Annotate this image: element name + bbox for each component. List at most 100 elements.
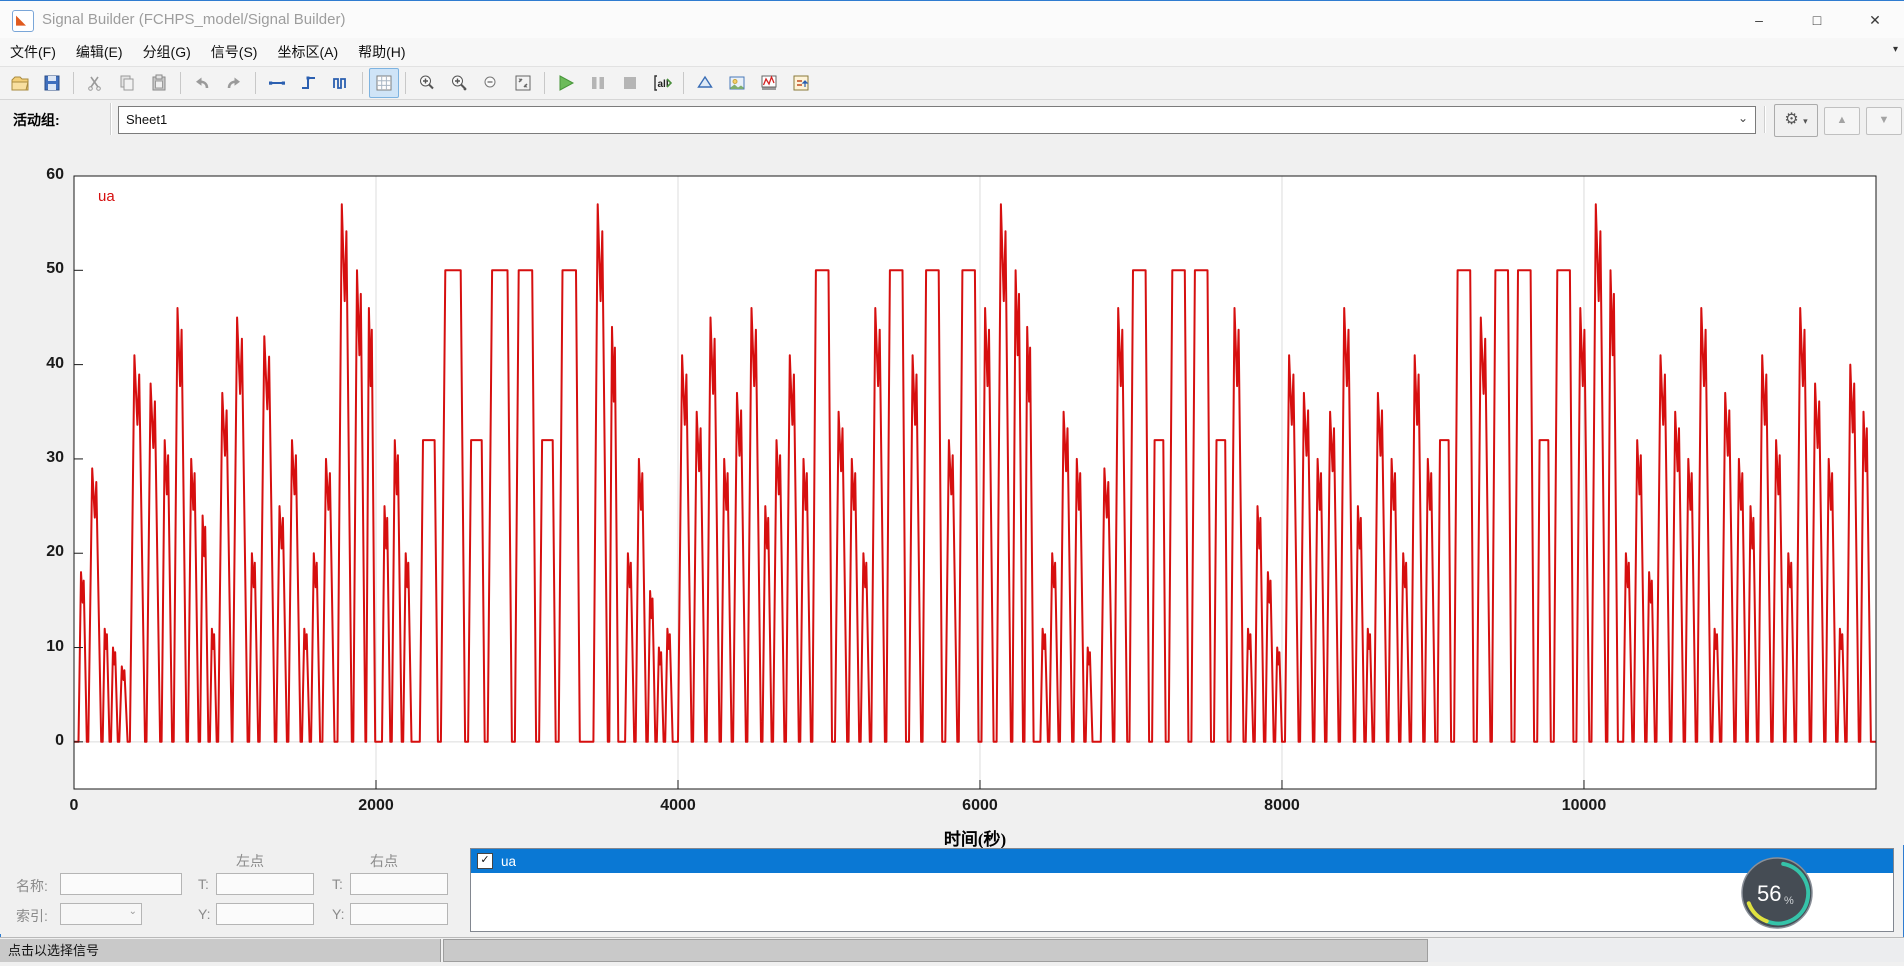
percent-ring-icon: 56 % (1740, 856, 1814, 930)
title-bar: ◣ Signal Builder (FCHPS_model/Signal Bui… (0, 0, 1904, 39)
menu-item-help[interactable]: 帮助(H) (348, 38, 415, 66)
stop-icon (620, 73, 640, 93)
draw-line-button[interactable] (262, 68, 292, 98)
window-title: Signal Builder (FCHPS_model/Signal Build… (42, 1, 345, 39)
open-button[interactable] (5, 68, 35, 98)
y-tick-label: 40 (24, 355, 64, 373)
matlab-logo-icon: ◣ (12, 10, 34, 32)
battery-percent-overlay: 56 % (1740, 856, 1814, 930)
index-select[interactable]: ⌄ (60, 903, 142, 925)
run-button[interactable] (551, 68, 581, 98)
run-icon (556, 73, 576, 93)
toolbar-separator (255, 72, 256, 94)
gear-icon: ⚙ (1784, 111, 1798, 128)
draw-step-icon (299, 73, 319, 93)
y-tick-label: 20 (24, 543, 64, 561)
menu-item-edit[interactable]: 编辑(E) (66, 38, 133, 66)
chevron-down-icon: ⌄ (129, 906, 137, 917)
copy-icon (117, 73, 137, 93)
draw-impulse-button[interactable] (326, 68, 356, 98)
active-group-combobox[interactable]: Sheet1 ⌄ (118, 106, 1756, 134)
save-button[interactable] (37, 68, 67, 98)
zoom-time-button[interactable] (412, 68, 442, 98)
pause-icon (588, 73, 608, 93)
signal-builder-window: ◣ Signal Builder (FCHPS_model/Signal Bui… (0, 0, 1904, 966)
index-label: 索引: (16, 906, 48, 926)
triangle-up-icon: ▲ (1837, 114, 1848, 126)
chevron-down-icon[interactable]: ⌄ (1738, 111, 1748, 125)
paste-icon (149, 73, 169, 93)
x-axis-label: 时间(秒) (875, 825, 1075, 850)
checkbox-checked-icon[interactable]: ✓ (477, 853, 493, 869)
paste-button[interactable] (144, 68, 174, 98)
draw-line-icon (267, 73, 287, 93)
up-level-button[interactable] (690, 68, 720, 98)
toolbar-separator (73, 72, 74, 94)
undo-button[interactable] (187, 68, 217, 98)
x-tick-label: 8000 (1242, 797, 1322, 815)
copy-button[interactable] (112, 68, 142, 98)
point-editor-panel: 左点 右点 名称: 索引: ⌄ T: Y: T: Y: (0, 845, 455, 934)
close-button[interactable]: ✕ (1846, 1, 1904, 39)
maximize-button[interactable]: □ (1788, 1, 1846, 39)
minimize-button[interactable]: – (1730, 1, 1788, 39)
percent-unit-text: % (1784, 895, 1794, 907)
menu-overflow-icon[interactable]: ▾ (1893, 44, 1898, 55)
redo-button[interactable] (219, 68, 249, 98)
move-down-button[interactable]: ▼ (1866, 107, 1902, 135)
x-tick-label: 10000 (1544, 797, 1624, 815)
zoom-out-button[interactable] (476, 68, 506, 98)
undo-icon (192, 73, 212, 93)
toolbar-separator (180, 72, 181, 94)
group-row-separator (1764, 106, 1765, 133)
signal-list-item-ua[interactable]: ✓ ua (471, 849, 1893, 873)
menu-item-group[interactable]: 分组(G) (133, 38, 201, 66)
toolbar: all (0, 66, 1904, 100)
cut-button[interactable] (80, 68, 110, 98)
stop-button[interactable] (615, 68, 645, 98)
draw-impulse-icon (331, 73, 351, 93)
pause-button[interactable] (583, 68, 613, 98)
left-y-field[interactable] (216, 903, 314, 925)
right-point-header: 右点 (370, 851, 398, 871)
scope-button[interactable] (754, 68, 784, 98)
fit-view-icon (513, 73, 533, 93)
left-point-header: 左点 (236, 851, 264, 871)
move-up-button[interactable]: ▲ (1824, 107, 1860, 135)
save-icon (42, 73, 62, 93)
snapshot-button[interactable] (722, 68, 752, 98)
signal-plot-canvas[interactable] (0, 140, 1904, 845)
name-field[interactable] (60, 873, 182, 895)
right-y-field[interactable] (350, 903, 448, 925)
group-settings-button[interactable]: ⚙ ▾ (1774, 104, 1818, 137)
toolbar-separator (362, 72, 363, 94)
zoom-out-icon (481, 73, 501, 93)
open-folder-icon (10, 73, 30, 93)
zoom-y-button[interactable] (444, 68, 474, 98)
active-group-value: Sheet1 (126, 112, 167, 127)
toolbar-separator (405, 72, 406, 94)
y-tick-label: 0 (24, 732, 64, 750)
menu-item-file[interactable]: 文件(F) (0, 38, 66, 66)
signal-plot-region[interactable]: 01020304050600200040006000800010000 ua 时… (0, 140, 1904, 845)
menu-item-axes[interactable]: 坐标区(A) (267, 38, 348, 66)
draw-step-button[interactable] (294, 68, 324, 98)
export-button[interactable] (786, 68, 816, 98)
horizontal-scrollbar-thumb[interactable] (443, 939, 1428, 962)
active-group-label-cell: 活动组: (4, 103, 111, 135)
signal-list[interactable]: ✓ ua (470, 848, 1894, 932)
right-t-field[interactable] (350, 873, 448, 895)
left-y-label: Y: (198, 906, 210, 922)
output-all-button[interactable]: all (647, 68, 677, 98)
left-t-field[interactable] (216, 873, 314, 895)
scope-icon (759, 73, 779, 93)
grid-toggle-button[interactable] (369, 68, 399, 98)
svg-text:all: all (658, 79, 669, 90)
signal-legend-label[interactable]: ua (98, 188, 115, 205)
horizontal-scrollbar-track[interactable] (1428, 939, 1904, 962)
redo-icon (224, 73, 244, 93)
y-tick-label: 30 (24, 449, 64, 467)
toolbar-separator (683, 72, 684, 94)
menu-item-signal[interactable]: 信号(S) (201, 38, 268, 66)
fit-view-button[interactable] (508, 68, 538, 98)
